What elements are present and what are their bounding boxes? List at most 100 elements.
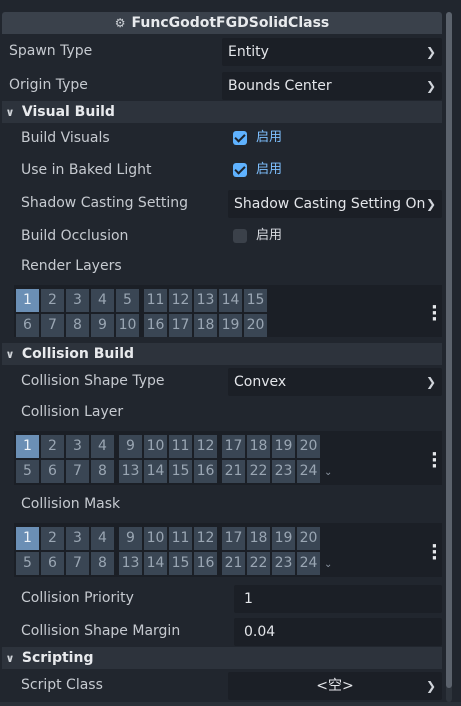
collision-priority-row: Collision Priority 1 [2,583,442,615]
layer-cell-9[interactable]: 9 [119,435,142,458]
chevron-down-icon: ∨ [5,106,15,119]
layer-cell-1[interactable]: 1 [16,435,39,458]
layer-cell-5[interactable]: 5 [16,552,39,575]
layer-cell-8[interactable]: 8 [91,460,114,483]
layer-cell-15[interactable]: 15 [169,552,192,575]
layer-cell-18[interactable]: 18 [194,314,217,337]
layer-cell-23[interactable]: 23 [272,552,295,575]
layer-cell-7[interactable]: 7 [66,460,89,483]
layer-cell-7[interactable]: 7 [66,552,89,575]
layer-cell-14[interactable]: 14 [144,460,167,483]
section-collision-build[interactable]: ∨ Collision Build [2,343,442,365]
spawn-type-dropdown[interactable]: Entity ❯ [222,38,442,66]
layer-cell-5[interactable]: 5 [16,460,39,483]
layer-cell-6[interactable]: 6 [16,314,39,337]
layer-cell-10[interactable]: 10 [144,527,167,550]
collision-priority-label: Collision Priority [21,590,134,606]
layer-cell-17[interactable]: 17 [222,435,245,458]
layer-cell-9[interactable]: 9 [119,527,142,550]
layer-cell-18[interactable]: 18 [247,527,270,550]
layer-cell-11[interactable]: 11 [169,527,192,550]
layer-cell-19[interactable]: 19 [272,527,295,550]
collision-layer-grid: 1 2 3 4 9 10 11 12 17 18 19 20 5 6 7 8 13 14 15 16 21 22 23 24 … [14,431,442,485]
script-class-picker[interactable]: <空> ❯ [228,672,442,700]
layer-cell-12[interactable]: 12 [194,435,217,458]
chevron-down-icon[interactable]: ⌄ [324,559,332,570]
layer-cell-15[interactable]: 15 [169,460,192,483]
use-in-baked-light-checkbox[interactable] [233,163,247,177]
collision-shape-margin-row: Collision Shape Margin 0.04 [2,616,442,648]
chevron-down-icon[interactable]: ⌄ [324,467,332,478]
layer-cell-14[interactable]: 14 [144,552,167,575]
layer-cell-20[interactable]: 20 [297,527,320,550]
layer-cell-10[interactable]: 10 [144,435,167,458]
layer-cell-21[interactable]: 21 [222,460,245,483]
layer-cell-17[interactable]: 17 [169,314,192,337]
layer-cell-12[interactable]: 12 [169,289,192,312]
scrollbar-thumb[interactable] [446,12,452,688]
layer-cell-4[interactable]: 4 [91,289,114,312]
layer-cell-11[interactable]: 11 [169,435,192,458]
layer-cell-20[interactable]: 20 [297,435,320,458]
layer-cell-11[interactable]: 11 [144,289,167,312]
origin-type-row: Origin Type Bounds Center ❯ [2,70,442,102]
collision-shape-type-dropdown[interactable]: Convex ❯ [228,368,442,396]
layer-cell-9[interactable]: 9 [91,314,114,337]
collision-shape-margin-label: Collision Shape Margin [21,623,181,639]
layer-cell-8[interactable]: 8 [91,552,114,575]
layer-cell-2[interactable]: 2 [41,435,64,458]
layer-cell-6[interactable]: 6 [41,460,64,483]
layer-cell-2[interactable]: 2 [41,527,64,550]
layer-cell-15[interactable]: 15 [244,289,267,312]
layer-cell-6[interactable]: 6 [41,552,64,575]
layer-cell-19[interactable]: 19 [219,314,242,337]
section-visual-build[interactable]: ∨ Visual Build [2,101,442,123]
layer-cell-24[interactable]: 24 [297,552,320,575]
build-visuals-checkbox[interactable] [233,131,247,145]
layer-cell-18[interactable]: 18 [247,435,270,458]
vertical-dots-icon[interactable]: · · · [431,299,438,329]
layer-cell-13[interactable]: 13 [119,552,142,575]
layer-cell-13[interactable]: 13 [194,289,217,312]
layer-cell-16[interactable]: 16 [194,460,217,483]
build-visuals-text: 启用 [256,130,283,145]
layer-cell-16[interactable]: 16 [194,552,217,575]
layer-cell-22[interactable]: 22 [247,552,270,575]
layer-cell-19[interactable]: 19 [272,435,295,458]
collision-shape-margin-input[interactable]: 0.04 [234,618,442,646]
layer-cell-3[interactable]: 3 [66,289,89,312]
layer-cell-1[interactable]: 1 [16,527,39,550]
layer-cell-5[interactable]: 5 [116,289,139,312]
layer-cell-2[interactable]: 2 [41,289,64,312]
vertical-dots-icon[interactable]: · · · [431,446,438,476]
layer-cell-3[interactable]: 3 [66,527,89,550]
layer-cell-20[interactable]: 20 [244,314,267,337]
layer-cell-24[interactable]: 24 [297,460,320,483]
render-layers-row: Render Layers [2,251,442,283]
layer-cell-1[interactable]: 1 [16,289,39,312]
layer-cell-7[interactable]: 7 [41,314,64,337]
layer-cell-14[interactable]: 14 [219,289,242,312]
layer-cell-22[interactable]: 22 [247,460,270,483]
section-scripting[interactable]: ∨ Scripting [2,647,442,669]
layer-cell-3[interactable]: 3 [66,435,89,458]
layer-cell-12[interactable]: 12 [194,527,217,550]
script-class-value: <空> [316,678,354,694]
layer-cell-4[interactable]: 4 [91,435,114,458]
build-occlusion-checkbox[interactable] [233,229,247,243]
origin-type-dropdown[interactable]: Bounds Center ❯ [222,72,442,100]
layer-cell-16[interactable]: 16 [144,314,167,337]
vertical-dots-icon[interactable]: · · · [431,538,438,568]
layer-cell-21[interactable]: 21 [222,552,245,575]
collision-layer-label: Collision Layer [21,404,124,420]
layer-cell-8[interactable]: 8 [66,314,89,337]
collision-priority-input[interactable]: 1 [234,585,442,613]
layer-cell-10[interactable]: 10 [116,314,139,337]
layer-cell-4[interactable]: 4 [91,527,114,550]
layer-cell-13[interactable]: 13 [119,460,142,483]
section-collision-build-title: Collision Build [21,346,135,362]
spawn-type-label: Spawn Type [9,43,93,59]
shadow-casting-dropdown[interactable]: Shadow Casting Setting On ❯ [228,190,442,218]
layer-cell-23[interactable]: 23 [272,460,295,483]
layer-cell-17[interactable]: 17 [222,527,245,550]
